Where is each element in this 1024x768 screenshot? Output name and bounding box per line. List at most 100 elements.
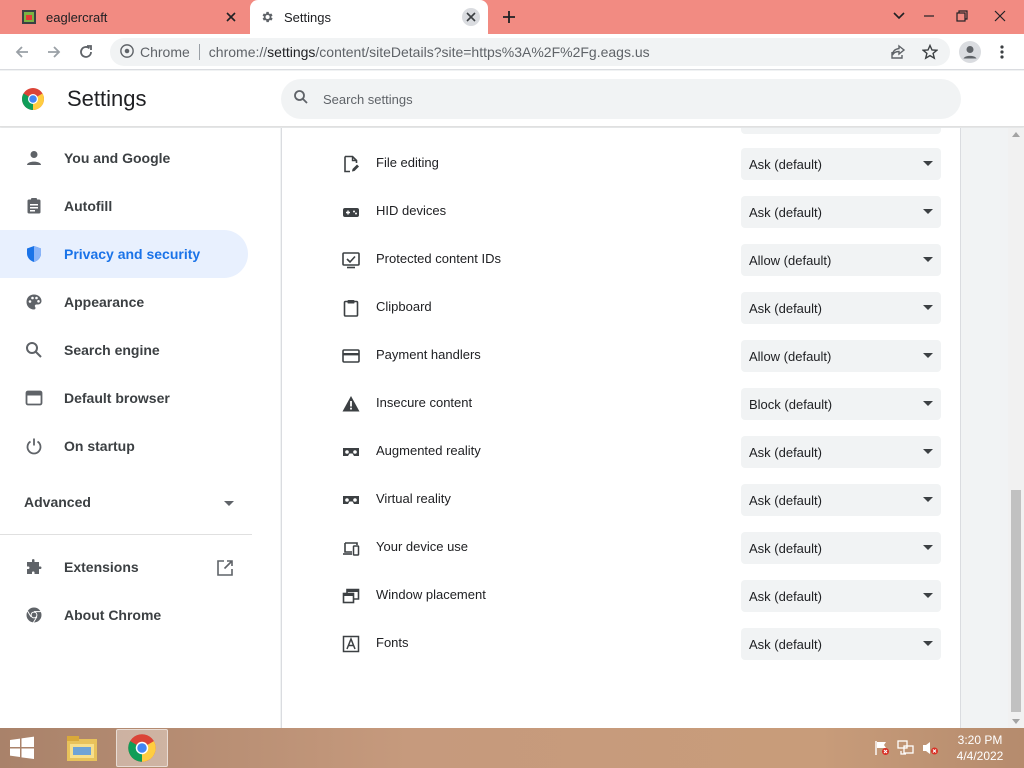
permission-label: Payment handlers bbox=[376, 347, 481, 362]
tab-strip: eaglercraft Settings bbox=[0, 0, 1024, 34]
permission-select[interactable]: Ask (default) bbox=[741, 532, 941, 564]
permission-value: Allow (default) bbox=[749, 348, 832, 364]
minimize-button[interactable] bbox=[914, 3, 944, 29]
menu-kebab-icon[interactable] bbox=[990, 40, 1014, 64]
chrome-taskbar-icon[interactable] bbox=[116, 729, 168, 767]
tab-eaglercraft[interactable]: eaglercraft bbox=[0, 0, 248, 34]
windows-start-icon[interactable] bbox=[8, 736, 38, 760]
puzzle-icon bbox=[24, 557, 44, 577]
tab-title: eaglercraft bbox=[46, 9, 108, 25]
permission-select[interactable]: Ask (default) bbox=[741, 148, 941, 180]
caret-down-icon bbox=[923, 401, 933, 406]
permission-select[interactable]: Block (default) bbox=[741, 388, 941, 420]
sidebar-item-on-startup[interactable]: On startup bbox=[0, 422, 248, 470]
close-icon[interactable] bbox=[222, 8, 240, 26]
tab-settings[interactable]: Settings bbox=[250, 0, 488, 34]
sidebar-item-you-and-google[interactable]: You and Google bbox=[0, 134, 248, 182]
page-title: Settings bbox=[67, 86, 147, 111]
caret-down-icon bbox=[923, 497, 933, 502]
sidebar-item-privacy-and-security[interactable]: Privacy and security bbox=[0, 230, 248, 278]
permission-value: Ask (default) bbox=[749, 204, 822, 220]
sidebar-item-autofill[interactable]: Autofill bbox=[0, 182, 248, 230]
sidebar-item-search-engine[interactable]: Search engine bbox=[0, 326, 248, 374]
settings-header: Settings bbox=[0, 71, 1024, 127]
advanced-label: Advanced bbox=[24, 494, 91, 510]
sidebar-item-label: On startup bbox=[64, 438, 135, 454]
browser-window-icon bbox=[24, 388, 44, 408]
chrome-site-icon bbox=[120, 43, 134, 61]
permission-label: Protected content IDs bbox=[376, 251, 502, 266]
permission-row-fonts: Fonts Ask (default) bbox=[282, 620, 960, 668]
bookmark-star-icon[interactable] bbox=[918, 40, 942, 64]
settings-search[interactable] bbox=[281, 79, 961, 119]
restore-button[interactable] bbox=[947, 3, 977, 29]
sidebar-item-label: You and Google bbox=[64, 150, 171, 166]
permission-value: Ask (default) bbox=[749, 492, 822, 508]
font-icon bbox=[341, 634, 361, 654]
caret-down-icon bbox=[923, 545, 933, 550]
permission-select[interactable]: Ask (default) bbox=[741, 484, 941, 516]
permission-row-insecure-content: Insecure content Block (default) bbox=[282, 380, 960, 428]
scroll-up-arrow-icon[interactable] bbox=[1012, 132, 1020, 137]
advanced-toggle[interactable]: Advanced bbox=[24, 492, 234, 512]
devices-icon bbox=[341, 538, 361, 558]
system-clock[interactable]: 3:20 PM 4/4/2022 bbox=[944, 732, 1016, 764]
permission-select[interactable]: Ask (default) bbox=[741, 436, 941, 468]
reload-button[interactable] bbox=[74, 40, 98, 64]
permission-value: Ask (default) bbox=[749, 636, 822, 652]
sidebar-item-label: Appearance bbox=[64, 294, 145, 310]
permission-select[interactable]: Ask (default) bbox=[741, 628, 941, 660]
person-icon bbox=[24, 148, 44, 168]
close-window-button[interactable] bbox=[985, 3, 1015, 29]
sidebar-item-about-chrome[interactable]: About Chrome bbox=[0, 591, 248, 639]
open-in-new-icon[interactable] bbox=[216, 559, 234, 577]
chrome-logo-icon bbox=[21, 87, 45, 111]
permission-select[interactable]: Allow (default) bbox=[741, 244, 941, 276]
permission-select[interactable]: Allow (default) bbox=[741, 340, 941, 372]
search-input[interactable] bbox=[323, 91, 923, 107]
page-scrollbar[interactable] bbox=[1008, 128, 1024, 728]
tab-search-button[interactable] bbox=[884, 3, 914, 29]
caret-down-icon bbox=[923, 641, 933, 646]
forward-button[interactable] bbox=[42, 40, 66, 64]
caret-down-icon bbox=[923, 161, 933, 166]
action-center-flag-icon[interactable] bbox=[873, 740, 891, 756]
scroll-down-arrow-icon[interactable] bbox=[1012, 719, 1020, 724]
file-explorer-taskbar-icon[interactable] bbox=[56, 729, 108, 767]
caret-down-icon bbox=[923, 257, 933, 262]
gamepad-icon bbox=[341, 202, 361, 222]
palette-icon bbox=[24, 292, 44, 312]
permission-select[interactable]: Ask (default) bbox=[741, 580, 941, 612]
site-chip: Chrome bbox=[140, 44, 190, 60]
sidebar-item-appearance[interactable]: Appearance bbox=[0, 278, 248, 326]
permission-label: Insecure content bbox=[376, 395, 473, 410]
previous-row-edge bbox=[741, 128, 941, 134]
speaker-muted-icon[interactable] bbox=[921, 740, 939, 756]
caret-down-icon bbox=[923, 209, 933, 214]
address-bar[interactable]: Chrome chrome://settings/content/siteDet… bbox=[110, 38, 950, 66]
clock-time: 3:20 PM bbox=[957, 733, 1003, 747]
clipboard-icon bbox=[24, 196, 44, 216]
sidebar: You and Google Autofill Privacy and secu… bbox=[0, 128, 280, 728]
permission-row-your-device-use: Your device use Ask (default) bbox=[282, 524, 960, 572]
eaglercraft-favicon-icon bbox=[22, 10, 36, 24]
sidebar-item-default-browser[interactable]: Default browser bbox=[0, 374, 248, 422]
scroll-thumb[interactable] bbox=[1011, 490, 1021, 712]
network-icon[interactable] bbox=[897, 740, 915, 756]
close-icon[interactable] bbox=[462, 8, 480, 26]
new-tab-button[interactable] bbox=[497, 6, 521, 28]
permission-label: Window placement bbox=[376, 587, 486, 602]
permission-select[interactable]: Ask (default) bbox=[741, 292, 941, 324]
chrome-outline-icon bbox=[24, 605, 44, 625]
gear-icon bbox=[260, 10, 274, 24]
profile-avatar-icon[interactable] bbox=[958, 40, 982, 64]
share-icon[interactable] bbox=[886, 40, 910, 64]
sidebar-item-label: Default browser bbox=[64, 390, 170, 406]
search-icon bbox=[293, 89, 309, 110]
sidebar-item-extensions[interactable]: Extensions bbox=[0, 543, 248, 591]
permission-value: Ask (default) bbox=[749, 540, 822, 556]
permission-label: Your device use bbox=[376, 539, 469, 554]
back-button[interactable] bbox=[10, 40, 34, 64]
credit-card-icon bbox=[341, 346, 361, 366]
permission-select[interactable]: Ask (default) bbox=[741, 196, 941, 228]
